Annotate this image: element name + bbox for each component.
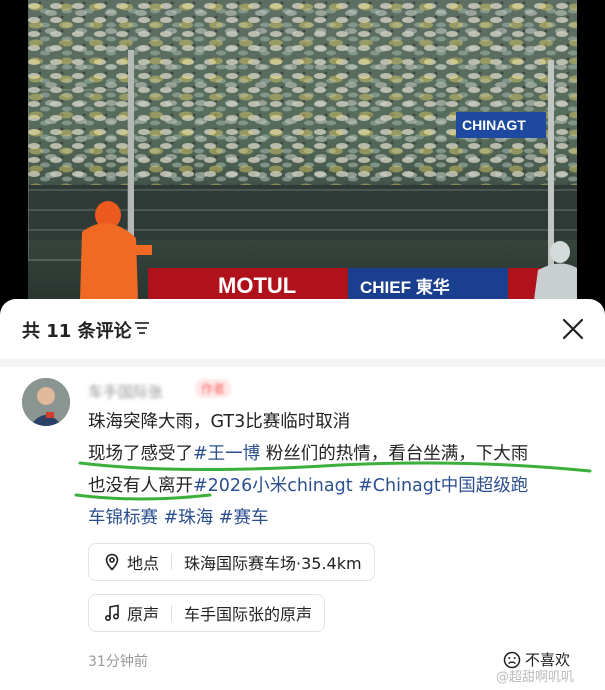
location-pin-icon bbox=[105, 553, 119, 571]
original-sound-chip[interactable]: 原声 车手国际张的原声 bbox=[88, 594, 326, 632]
hashtag-chinagt[interactable]: #2026小米chinagt #Chinagt中国超级跑 bbox=[193, 476, 528, 496]
sound-label: 原声 bbox=[127, 605, 160, 624]
avatar[interactable] bbox=[22, 378, 70, 426]
location-chip[interactable]: 地点 珠海国际赛车场·35.4km bbox=[88, 543, 375, 581]
comment-line-1: 珠海突降大雨，GT3比赛临时取消 bbox=[88, 409, 350, 435]
comment-text: 粉丝们的热情，看台坐满，下大雨 bbox=[260, 444, 529, 464]
comment-count: 共 11 条评论 bbox=[22, 321, 132, 342]
hashtag-zhuhai-racing[interactable]: 车锦标赛 #珠海 #赛车 bbox=[88, 508, 268, 528]
header-divider bbox=[0, 359, 605, 367]
watermark: @超甜啊叽叽 bbox=[496, 670, 575, 685]
stadium-crowd-image: CHINAGT MOTUL CHIEF 東华 bbox=[28, 0, 577, 300]
comment-username[interactable]: 车手国际张 bbox=[88, 381, 163, 402]
comment-line-4: 车锦标赛 #珠海 #赛车 bbox=[88, 505, 268, 531]
chip-divider bbox=[171, 605, 173, 621]
banner-text-motul: MOTUL bbox=[218, 273, 296, 298]
location-label: 地点 bbox=[127, 554, 160, 573]
chip-divider bbox=[171, 554, 173, 570]
hashtag-wangyibo[interactable]: #王一博 bbox=[193, 444, 260, 464]
sort-icon[interactable] bbox=[134, 321, 150, 335]
location-value: 珠海国际赛车场·35.4km bbox=[184, 554, 362, 573]
comment-line-2: 现场了感受了#王一博 粉丝们的热情，看台坐满，下大雨 bbox=[88, 441, 528, 467]
sheet-header: 共 11 条评论 bbox=[0, 299, 605, 359]
sign-text: CHINAGT bbox=[462, 117, 526, 133]
comment-text: 现场了感受了 bbox=[88, 444, 193, 464]
comment-line-3: 也没有人离开#2026小米chinagt #Chinagt中国超级跑 bbox=[88, 473, 528, 499]
comment-text: 也没有人离开 bbox=[88, 476, 193, 496]
sound-value: 车手国际张的原声 bbox=[184, 605, 313, 624]
comment-text: 珠海突降大雨，GT3比赛临时取消 bbox=[88, 412, 351, 432]
music-note-icon bbox=[104, 604, 120, 622]
post-video-frame[interactable]: CHINAGT MOTUL CHIEF 東华 bbox=[28, 0, 577, 300]
close-icon[interactable] bbox=[560, 316, 586, 342]
author-badge: 作者 bbox=[195, 379, 232, 398]
comment-sheet: 共 11 条评论 车手国际张 作者 珠海突降大雨，GT3比赛临时取消 现场了感受… bbox=[0, 299, 605, 690]
comment-timestamp: 31分钟前 bbox=[88, 654, 148, 670]
banner-text-chief: CHIEF 東华 bbox=[360, 277, 450, 297]
